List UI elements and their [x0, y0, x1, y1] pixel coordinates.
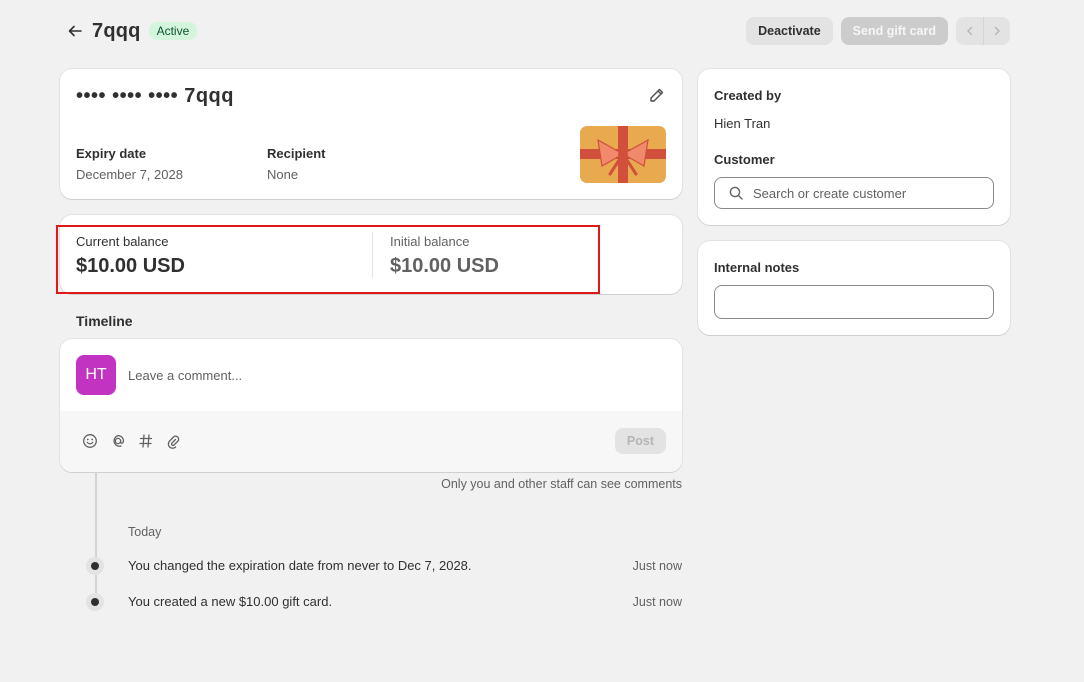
page-header: 7qqq Active Deactivate Send gift card	[60, 17, 1010, 45]
comment-input[interactable]	[128, 364, 648, 386]
next-button[interactable]	[983, 17, 1010, 45]
gift-card-illustration	[580, 126, 666, 183]
hashtag-button[interactable]	[137, 432, 155, 450]
timeline-event-time: Just now	[632, 595, 682, 609]
details-card: Created by Hien Tran Customer	[698, 69, 1010, 225]
recipient-label: Recipient	[267, 146, 326, 161]
customer-search-field[interactable]	[714, 177, 994, 209]
timeline-event-time: Just now	[632, 559, 682, 573]
smiley-icon	[83, 434, 97, 448]
balance-card: Current balance $10.00 USD Initial balan…	[60, 215, 682, 294]
staff-visibility-note: Only you and other staff can see comment…	[441, 477, 682, 491]
at-sign-icon	[113, 434, 125, 447]
current-balance-label: Current balance	[76, 234, 169, 249]
gift-card-summary: •••• •••• •••• 7qqq Expiry date December…	[60, 69, 682, 199]
timeline-dot	[86, 593, 104, 611]
timeline-line	[95, 472, 97, 604]
timeline-dot	[86, 557, 104, 575]
emoji-button[interactable]	[81, 432, 99, 450]
internal-notes-label: Internal notes	[714, 260, 800, 275]
back-button[interactable]	[62, 18, 88, 44]
expiry-date-field: Expiry date December 7, 2028	[76, 146, 183, 182]
initial-balance: Initial balance $10.00 USD	[390, 234, 499, 278]
timeline-day-label: Today	[128, 525, 162, 539]
status-badge: Active	[148, 22, 198, 40]
gift-card-detail-page: 7qqq Active Deactivate Send gift card ••…	[0, 0, 1084, 682]
customer-label: Customer	[714, 152, 775, 167]
balance-divider	[372, 232, 373, 278]
chevron-right-icon	[994, 26, 1000, 36]
customer-search-input[interactable]	[753, 185, 983, 201]
arrow-left-icon	[68, 25, 82, 37]
send-gift-card-button[interactable]: Send gift card	[840, 17, 948, 45]
timeline-event-text: You created a new $10.00 gift card.	[128, 594, 333, 609]
timeline-event-text: You changed the expiration date from nev…	[128, 558, 472, 573]
expiry-date-value: December 7, 2028	[76, 167, 183, 182]
pencil-icon	[650, 88, 664, 102]
paperclip-icon	[167, 435, 180, 449]
deactivate-button[interactable]: Deactivate	[746, 17, 833, 45]
post-button[interactable]: Post	[614, 428, 666, 454]
timeline-title: Timeline	[76, 313, 133, 329]
expiry-date-label: Expiry date	[76, 146, 147, 161]
mention-button[interactable]	[109, 432, 127, 450]
previous-button[interactable]	[956, 17, 983, 45]
internal-notes-card: Internal notes	[698, 241, 1010, 335]
timeline-event: You created a new $10.00 gift card. Just…	[86, 592, 682, 612]
gift-card-code: •••• •••• •••• 7qqq	[76, 85, 234, 107]
edit-button[interactable]	[648, 86, 666, 104]
recipient-field: Recipient None	[267, 146, 326, 182]
comment-toolbar: Post	[60, 411, 682, 472]
page-title: 7qqq	[92, 19, 141, 42]
created-by-value: Hien Tran	[714, 116, 771, 131]
chevron-left-icon	[966, 26, 972, 36]
initial-balance-label: Initial balance	[390, 234, 470, 249]
hashtag-icon	[139, 434, 153, 448]
current-balance-value: $10.00 USD	[76, 255, 185, 277]
search-icon	[729, 186, 743, 200]
created-by-label: Created by	[714, 88, 782, 103]
pagination	[956, 17, 1010, 45]
avatar: HT	[76, 355, 116, 395]
recipient-value: None	[267, 167, 299, 182]
attach-button[interactable]	[165, 432, 183, 450]
internal-notes-input[interactable]	[714, 285, 994, 319]
timeline-event: You changed the expiration date from nev…	[86, 556, 682, 576]
comment-box: HT Leave a comment... Post	[60, 339, 682, 472]
header-actions: Deactivate Send gift card	[746, 17, 1010, 45]
initial-balance-value: $10.00 USD	[390, 255, 499, 277]
current-balance: Current balance $10.00 USD	[76, 234, 185, 278]
